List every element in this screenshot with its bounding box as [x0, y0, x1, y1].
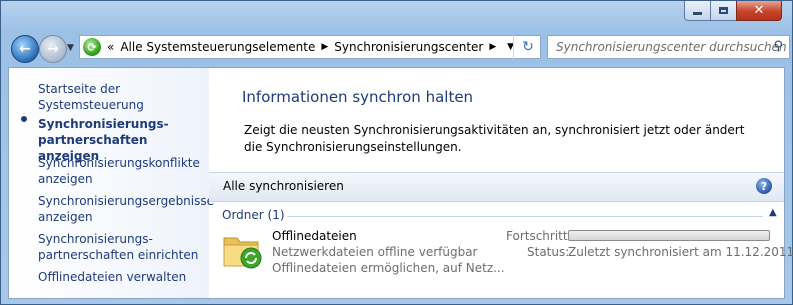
forward-arrow-icon: → — [47, 41, 59, 57]
minimize-icon — [693, 12, 702, 15]
group-divider — [287, 216, 763, 217]
folder-sync-icon — [223, 237, 262, 269]
main-panel: Informationen synchron halten Zeigt die … — [209, 68, 793, 298]
sidebar-item-manage-offline-files[interactable]: Offlinedateien verwalten — [38, 269, 186, 285]
progress-bar — [568, 230, 770, 241]
close-icon: ✕ — [753, 3, 765, 18]
item-detail: Offlinedateien ermöglichen, auf Netz... — [272, 261, 505, 275]
search-input[interactable]: Synchronisierungscenter durchsuchen — [556, 40, 787, 54]
back-arrow-icon: ← — [19, 41, 31, 57]
minimize-button[interactable] — [684, 1, 711, 21]
collapse-chevron-icon[interactable]: ▲ — [769, 207, 777, 218]
active-bullet-icon — [21, 116, 27, 122]
sidebar-item-label: Synchronisierungskonflikte — [38, 156, 200, 170]
sidebar-item-setup-partnerships[interactable]: Synchronisierungs- partnerschaften einri… — [38, 231, 198, 263]
item-title: Offlinedateien — [272, 229, 357, 243]
address-bar[interactable]: ⟳ « Alle Systemsteuerungselemente ▶ Sync… — [79, 35, 541, 59]
sidebar-item-view-conflicts[interactable]: Synchronisierungskonflikte anzeigen — [38, 155, 200, 187]
breadcrumb-chevron-icon[interactable]: ▶ — [489, 42, 496, 52]
sidebar-item-label: anzeigen — [38, 172, 93, 186]
search-icon[interactable]: ⚲ — [773, 39, 783, 54]
sidebar-item-label: Synchronisierungsergebnisse — [38, 194, 215, 208]
address-overflow[interactable]: « — [107, 40, 114, 54]
maximize-button[interactable] — [710, 1, 737, 21]
sidebar: Startseite der Systemsteuerung Synchroni… — [9, 68, 214, 298]
toolbar: Alle synchronisieren ? — [209, 172, 784, 202]
refresh-button[interactable]: ↻ — [513, 35, 542, 59]
search-box[interactable]: Synchronisierungscenter durchsuchen ⚲ — [547, 35, 790, 59]
status-value: Zuletzt synchronisiert am 11.12.2011 ... — [568, 245, 793, 259]
sidebar-item-label: partnerschaften einrichten — [38, 248, 199, 262]
page-title: Informationen synchron halten — [242, 88, 474, 106]
close-button[interactable]: ✕ — [736, 1, 782, 21]
title-bar: ✕ — [1, 1, 792, 25]
navigation-bar: ← → ▼ ⟳ « Alle Systemsteuerungselemente … — [7, 31, 790, 63]
status-label: Status: — [527, 245, 570, 259]
sync-all-button[interactable]: Alle synchronisieren — [223, 179, 344, 193]
maximize-icon — [719, 7, 728, 14]
progress-label: Fortschritt: — [506, 229, 572, 243]
back-button[interactable]: ← — [11, 35, 39, 63]
breadcrumb-chevron-icon[interactable]: ▶ — [321, 42, 328, 52]
history-dropdown-icon[interactable]: ▼ — [67, 43, 74, 53]
group-header-folders[interactable]: Ordner (1) — [222, 208, 285, 222]
sidebar-item-view-results[interactable]: Synchronisierungsergebnisse anzeigen — [38, 193, 214, 225]
forward-button[interactable]: → — [39, 35, 67, 63]
page-description: Zeigt die neusten Synchronisierungsaktiv… — [244, 123, 745, 154]
sidebar-item-label: Synchronisierungs- — [38, 232, 153, 246]
sync-center-icon: ⟳ — [83, 38, 101, 56]
help-icon[interactable]: ? — [756, 178, 772, 194]
window: ✕ ← → ▼ ⟳ « Alle Systemsteuerungselement… — [0, 0, 793, 305]
item-subtitle: Netzwerkdateien offline verfügbar — [272, 245, 478, 259]
sidebar-item-label: anzeigen — [38, 210, 93, 224]
sidebar-item-control-panel-home[interactable]: Startseite der Systemsteuerung — [38, 81, 209, 113]
refresh-icon: ↻ — [522, 39, 534, 55]
sidebar-item-label: Synchronisierungs- — [38, 117, 169, 131]
breadcrumb-sync-center[interactable]: Synchronisierungscenter — [334, 40, 483, 54]
content-area: Startseite der Systemsteuerung Synchroni… — [8, 67, 793, 299]
breadcrumb-control-panel[interactable]: Alle Systemsteuerungselemente — [120, 40, 315, 54]
